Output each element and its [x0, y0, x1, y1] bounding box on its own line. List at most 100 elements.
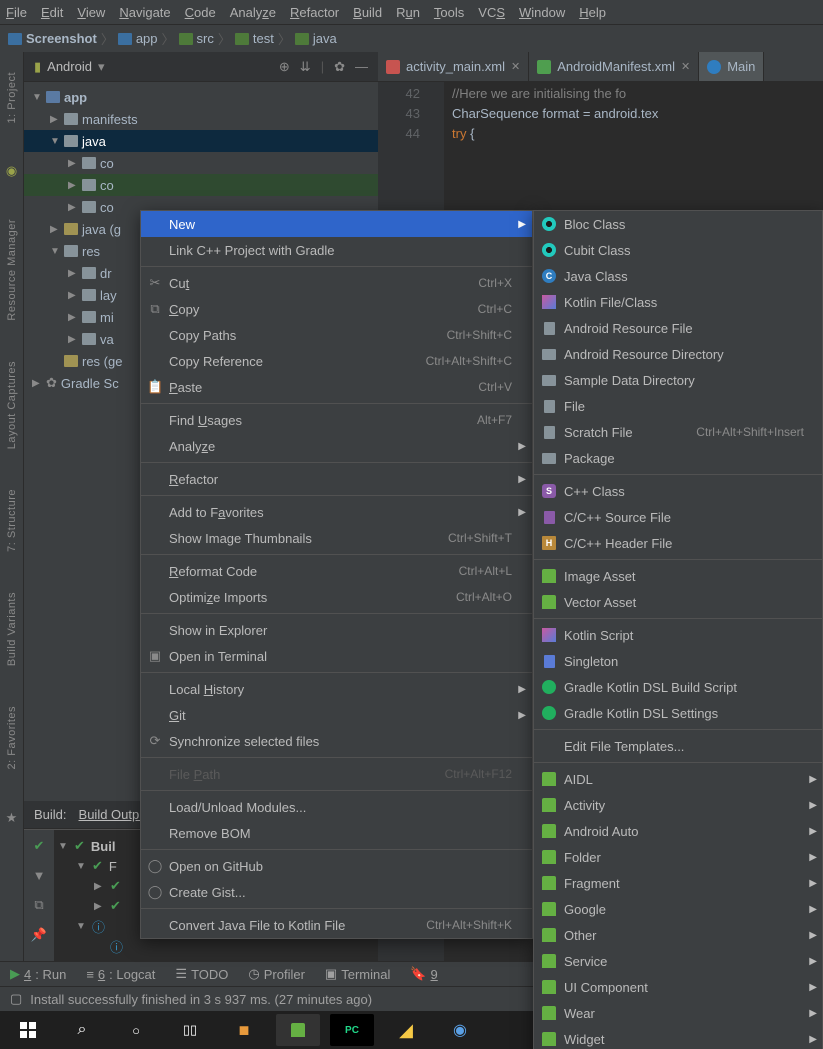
ctx-convert-kotlin[interactable]: Convert Java File to Kotlin FileCtrl+Alt… — [141, 912, 532, 938]
sub-android-resource-dir[interactable]: Android Resource Directory — [534, 341, 822, 367]
menu-vcs[interactable]: VCS — [478, 5, 505, 20]
tree-pkg[interactable]: ▶co — [24, 152, 378, 174]
filter-icon[interactable]: ▼ — [33, 868, 46, 883]
sub-aidl[interactable]: AIDL▶ — [534, 766, 822, 792]
minimize-icon[interactable]: — — [355, 59, 368, 75]
sub-edit-file-templates[interactable]: Edit File Templates... — [534, 733, 822, 759]
ctx-git[interactable]: Git▶ — [141, 702, 532, 728]
ctx-add-favorites[interactable]: Add to Favorites▶ — [141, 499, 532, 525]
target-icon[interactable]: ⊕ — [279, 59, 290, 75]
ctx-new[interactable]: New▶ — [141, 211, 532, 237]
sub-activity[interactable]: Activity▶ — [534, 792, 822, 818]
menu-edit[interactable]: Edit — [41, 5, 63, 20]
sub-dsl-build[interactable]: Gradle Kotlin DSL Build Script — [534, 674, 822, 700]
sub-vector-asset[interactable]: Vector Asset — [534, 589, 822, 615]
taskbar-app-pycharm[interactable]: PC — [330, 1014, 374, 1046]
ctx-optimize-imports[interactable]: Optimize ImportsCtrl+Alt+O — [141, 584, 532, 610]
sub-folder[interactable]: Folder▶ — [534, 844, 822, 870]
sub-other[interactable]: Other▶ — [534, 922, 822, 948]
tool-todo[interactable]: ☰ TODO — [175, 966, 228, 982]
taskbar-taskview[interactable]: ▯▯ — [168, 1014, 212, 1046]
sub-android-auto[interactable]: Android Auto▶ — [534, 818, 822, 844]
collapse-icon[interactable]: ⇊ — [300, 59, 311, 75]
ctx-synchronize[interactable]: ⟳Synchronize selected files — [141, 728, 532, 754]
sub-service[interactable]: Service▶ — [534, 948, 822, 974]
menu-help[interactable]: Help — [579, 5, 606, 20]
ctx-show-in-explorer[interactable]: Show in Explorer — [141, 617, 532, 643]
ctx-create-gist[interactable]: ◯Create Gist... — [141, 879, 532, 905]
new-submenu[interactable]: Bloc Class Cubit Class CJava Class Kotli… — [533, 210, 823, 1049]
rail-project[interactable]: 1: Project — [6, 72, 18, 123]
menu-tools[interactable]: Tools — [434, 5, 464, 20]
tree-java[interactable]: ▼java — [24, 130, 378, 152]
sub-image-asset[interactable]: Image Asset — [534, 563, 822, 589]
sub-wear[interactable]: Wear▶ — [534, 1000, 822, 1026]
ctx-refactor[interactable]: Refactor▶ — [141, 466, 532, 492]
editor-tabs[interactable]: activity_main.xml✕ AndroidManifest.xml✕ … — [378, 52, 823, 82]
ctx-copy-reference[interactable]: Copy ReferenceCtrl+Alt+Shift+C — [141, 348, 532, 374]
sub-dsl-settings[interactable]: Gradle Kotlin DSL Settings — [534, 700, 822, 726]
ctx-local-history[interactable]: Local History▶ — [141, 676, 532, 702]
crumb-java[interactable]: java — [295, 31, 337, 46]
ctx-cut[interactable]: ✂CutCtrl+X — [141, 270, 532, 296]
tree-pkg[interactable]: ▶co — [24, 174, 378, 196]
tree-app[interactable]: ▼app — [24, 86, 378, 108]
menu-navigate[interactable]: Navigate — [119, 5, 170, 20]
sub-singleton[interactable]: Singleton — [534, 648, 822, 674]
ctx-analyze[interactable]: Analyze▶ — [141, 433, 532, 459]
taskbar-cortana[interactable]: ○ — [114, 1014, 158, 1046]
ctx-load-unload-modules[interactable]: Load/Unload Modules... — [141, 794, 532, 820]
sub-bloc-class[interactable]: Bloc Class — [534, 211, 822, 237]
sub-cpp-header[interactable]: HC/C++ Header File — [534, 530, 822, 556]
tool-terminal[interactable]: ▣ Terminal — [325, 966, 390, 982]
ctx-show-thumbnails[interactable]: Show Image ThumbnailsCtrl+Shift+T — [141, 525, 532, 551]
gear-icon[interactable]: ✿ — [334, 59, 345, 75]
collapse-icon[interactable]: ⧉ — [34, 897, 43, 913]
menu-refactor[interactable]: Refactor — [290, 5, 339, 20]
sub-file[interactable]: File — [534, 393, 822, 419]
sub-fragment[interactable]: Fragment▶ — [534, 870, 822, 896]
close-icon[interactable]: ✕ — [681, 60, 690, 73]
ctx-copy[interactable]: ⧉CopyCtrl+C — [141, 296, 532, 322]
ctx-reformat-code[interactable]: Reformat CodeCtrl+Alt+L — [141, 558, 532, 584]
sub-android-resource-file[interactable]: Android Resource File — [534, 315, 822, 341]
sub-scratch-file[interactable]: Scratch FileCtrl+Alt+Shift+Insert — [534, 419, 822, 445]
tool-profiler[interactable]: ◷ Profiler — [248, 966, 305, 982]
sub-cpp-source[interactable]: C/C++ Source File — [534, 504, 822, 530]
sub-sample-data-dir[interactable]: Sample Data Directory — [534, 367, 822, 393]
crumb-project[interactable]: Screenshot — [8, 31, 97, 46]
sub-cpp-class[interactable]: SC++ Class — [534, 478, 822, 504]
pin-icon[interactable]: 📌 — [31, 927, 47, 943]
tab-main[interactable]: Main — [699, 52, 764, 81]
tool-run[interactable]: ▶ 4: Run — [10, 966, 66, 982]
status-icon[interactable]: ▢ — [10, 991, 22, 1007]
ctx-find-usages[interactable]: Find UsagesAlt+F7 — [141, 407, 532, 433]
tab-android-manifest[interactable]: AndroidManifest.xml✕ — [529, 52, 699, 81]
sub-cubit-class[interactable]: Cubit Class — [534, 237, 822, 263]
tool-nine[interactable]: 🔖 9 — [410, 966, 437, 982]
taskbar-app-notes[interactable]: ◢ — [384, 1014, 428, 1046]
sub-google[interactable]: Google▶ — [534, 896, 822, 922]
sub-kotlin-class[interactable]: Kotlin File/Class — [534, 289, 822, 315]
taskbar-app-android-studio[interactable] — [276, 1014, 320, 1046]
sub-widget[interactable]: Widget▶ — [534, 1026, 822, 1049]
menu-view[interactable]: View — [77, 5, 105, 20]
rail-resource-manager[interactable]: Resource Manager — [6, 219, 18, 321]
sub-ui-component[interactable]: UI Component▶ — [534, 974, 822, 1000]
tree-manifests[interactable]: ▶manifests — [24, 108, 378, 130]
ctx-remove-bom[interactable]: Remove BOM — [141, 820, 532, 846]
menu-code[interactable]: Code — [185, 5, 216, 20]
ctx-paste[interactable]: 📋PasteCtrl+V — [141, 374, 532, 400]
ctx-open-terminal[interactable]: ▣Open in Terminal — [141, 643, 532, 669]
chevron-down-icon[interactable]: ▾ — [98, 59, 105, 75]
menu-analyze[interactable]: Analyze — [230, 5, 276, 20]
taskbar-app-camera[interactable]: ◉ — [438, 1014, 482, 1046]
crumb-src[interactable]: src — [179, 31, 214, 46]
taskbar-app-sublime[interactable]: ■ — [222, 1014, 266, 1046]
ctx-link-cpp[interactable]: Link C++ Project with Gradle — [141, 237, 532, 263]
rail-build-variants[interactable]: Build Variants — [6, 592, 18, 666]
menu-file[interactable]: File — [6, 5, 27, 20]
menu-build[interactable]: Build — [353, 5, 382, 20]
rail-structure[interactable]: 7: Structure — [6, 489, 18, 552]
ctx-open-github[interactable]: ◯Open on GitHub — [141, 853, 532, 879]
